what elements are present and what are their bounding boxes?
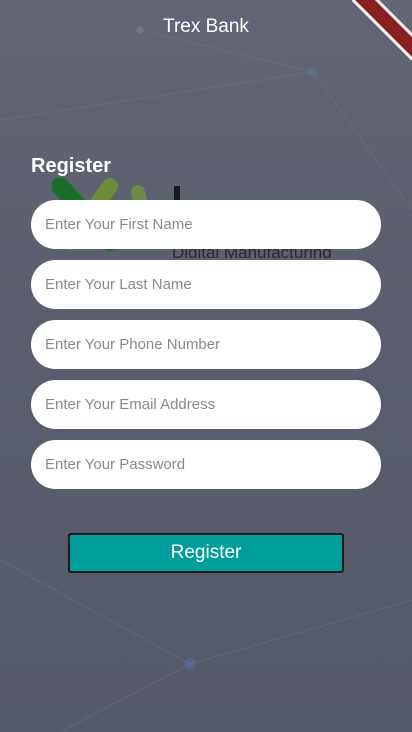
phone-number-field[interactable] bbox=[31, 320, 381, 369]
register-button[interactable]: Register bbox=[68, 533, 344, 573]
last-name-input[interactable] bbox=[43, 275, 381, 294]
first-name-input[interactable] bbox=[43, 215, 381, 234]
first-name-field[interactable] bbox=[31, 200, 381, 249]
register-heading: Register bbox=[31, 155, 112, 177]
password-input[interactable] bbox=[43, 455, 381, 474]
email-address-field[interactable] bbox=[31, 380, 381, 429]
last-name-field[interactable] bbox=[31, 260, 381, 309]
phone-number-input[interactable] bbox=[43, 335, 381, 354]
password-field[interactable] bbox=[31, 440, 381, 489]
email-address-input[interactable] bbox=[43, 395, 381, 414]
app-title: Trex Bank bbox=[163, 16, 249, 37]
